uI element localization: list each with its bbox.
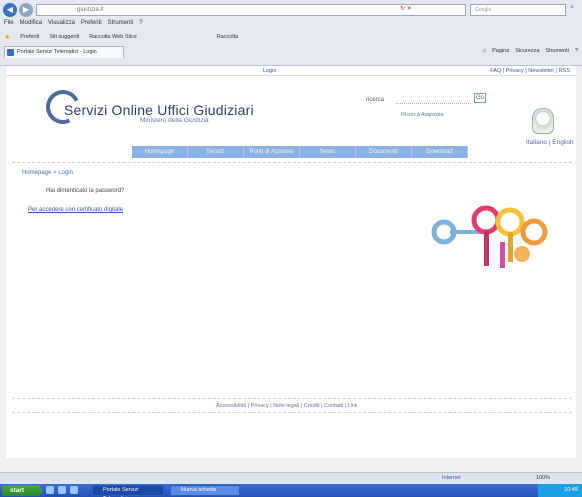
site-search-label: ricerca <box>366 97 385 103</box>
windows-taskbar: start Portale Servizi Telematici Nuova s… <box>0 484 582 497</box>
key-pink-shaft <box>500 242 505 268</box>
address-actions-icon[interactable]: ↻ ✕ <box>400 4 462 14</box>
forgot-password-link[interactable]: Hai dimenticato la password? <box>46 188 124 194</box>
login-link-top[interactable]: Login <box>263 68 276 74</box>
main-nav: Homepage Servizi Punti di Accesso News D… <box>132 146 468 158</box>
key-orange-icon <box>520 218 548 246</box>
nav-servizi[interactable]: Servizi <box>188 146 244 158</box>
key-red-shaft <box>484 230 489 266</box>
key-round-icon <box>514 246 530 262</box>
nav-news[interactable]: News <box>300 146 356 158</box>
status-bar: Internet 100% <box>0 472 582 484</box>
menu-item-edit[interactable]: Modifica <box>20 20 42 30</box>
key-yellow-icon <box>495 207 525 237</box>
favorites-extra-link[interactable]: Raccolta <box>217 34 238 40</box>
favorites-bar: ★ Preferiti Siti suggeriti Raccolta Web … <box>4 32 578 42</box>
menu-bar: File Modifica Visualizza Preferiti Strum… <box>4 20 143 30</box>
language-switch[interactable]: Italiano | English <box>526 139 574 146</box>
menu-item-help[interactable]: ? <box>139 20 142 30</box>
menu-item-file[interactable]: File <box>4 20 14 30</box>
footer-links[interactable]: Accessibilità | Privacy | Note legali | … <box>216 403 358 409</box>
menu-item-view[interactable]: Visualizza <box>48 20 75 30</box>
utility-links[interactable]: FAQ | Privacy | Newsletter | RSS <box>490 68 570 74</box>
home-icon[interactable]: ⌂ <box>483 48 486 54</box>
address-row: ◀ ▶ giustizia.it ↻ ✕ Google ⌕ <box>0 3 582 19</box>
top-strip: Login FAQ | Privacy | Newsletter | RSS <box>6 66 576 76</box>
advanced-search-link[interactable]: Ricerca Avanzata <box>401 112 444 118</box>
menu-item-tools[interactable]: Strumenti <box>108 20 134 30</box>
key-yellow-shaft <box>508 232 513 262</box>
site-search-button[interactable]: Go <box>474 93 486 103</box>
security-zone[interactable]: Internet <box>442 475 461 481</box>
page-favicon-icon <box>7 49 14 56</box>
web-page: Login FAQ | Privacy | Newsletter | RSS S… <box>6 66 576 458</box>
nav-punti-accesso[interactable]: Punti di Accesso <box>244 146 300 158</box>
tab-strip: Portale Servizi Telematici - Login ⌂ Pag… <box>0 45 582 59</box>
keys-illustration-icon <box>431 205 548 268</box>
nav-download[interactable]: Download <box>412 146 468 158</box>
suggested-sites-link[interactable]: Siti suggeriti <box>49 34 79 40</box>
certificate-login-link[interactable]: Per accedere con certificato digitale <box>28 207 123 213</box>
page-title: Servizi Online Uffici Giudiziari <box>64 102 254 118</box>
nav-documenti[interactable]: Documenti <box>356 146 412 158</box>
page-subtitle: Ministero della Giustizia <box>140 117 209 124</box>
help-icon[interactable]: ? <box>575 48 578 54</box>
task-nuova-scheda[interactable]: Nuova scheda <box>170 485 240 496</box>
ie-icon[interactable] <box>46 486 54 494</box>
nav-homepage[interactable]: Homepage <box>132 146 188 158</box>
start-button[interactable]: start <box>2 485 42 496</box>
task-portale[interactable]: Portale Servizi Telematici <box>92 485 164 497</box>
media-icon[interactable] <box>70 486 78 494</box>
breadcrumb[interactable]: Homepage > Login <box>22 170 73 176</box>
forward-button[interactable]: ▶ <box>19 3 33 17</box>
system-tray-clock[interactable]: 10:45 <box>538 484 582 497</box>
tab-title: Portale Servizi Telematici - Login <box>17 49 97 55</box>
command-security[interactable]: Sicurezza <box>515 48 539 54</box>
key-red-icon <box>471 205 501 235</box>
zoom-level[interactable]: 100% <box>536 475 550 481</box>
tab-portale[interactable]: Portale Servizi Telematici - Login <box>4 46 124 58</box>
site-search-input[interactable] <box>396 94 471 104</box>
search-icon[interactable]: ⌕ <box>570 4 580 16</box>
command-tools[interactable]: Strumenti <box>545 48 569 54</box>
quick-launch <box>46 486 78 494</box>
folder-icon[interactable] <box>58 486 66 494</box>
favorites-star-icon[interactable]: ★ <box>4 33 10 41</box>
command-page[interactable]: Pagina <box>492 48 509 54</box>
browser-toolbar: ◀ ▶ giustizia.it ↻ ✕ Google ⌕ File Modif… <box>0 0 582 66</box>
browser-search-input[interactable]: Google <box>470 4 566 16</box>
back-button[interactable]: ◀ <box>3 3 17 17</box>
divider <box>12 398 572 399</box>
favorites-link[interactable]: Preferiti <box>20 34 39 40</box>
divider <box>12 162 572 163</box>
command-bar: ⌂ Pagina Sicurezza Strumenti ? <box>483 48 578 54</box>
menu-item-favorites[interactable]: Preferiti <box>81 20 102 30</box>
web-slice-link[interactable]: Raccolta Web Slice <box>89 34 137 40</box>
republic-emblem-icon <box>532 108 554 134</box>
divider <box>12 412 572 413</box>
